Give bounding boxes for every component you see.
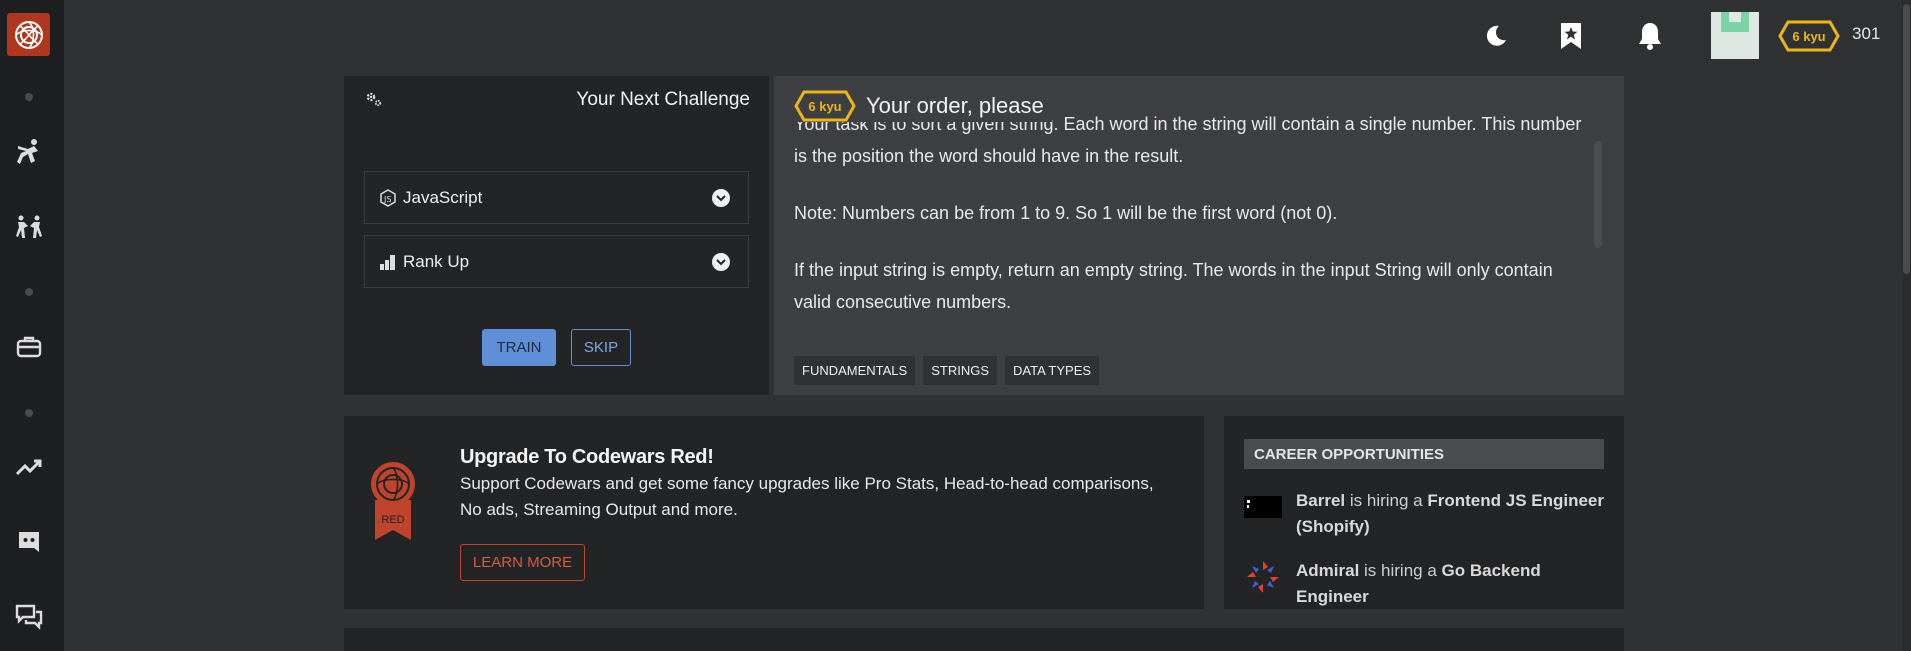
job-text: Barrel is hiring a Frontend JS Engineer … [1296,488,1606,540]
page-scrollbar[interactable] [1902,0,1911,651]
tag[interactable]: STRINGS [923,356,998,385]
practice-fight-icon[interactable] [13,211,45,243]
tag[interactable]: FUNDAMENTALS [794,356,916,385]
page-scrollbar-thumb[interactable] [1903,4,1910,274]
upgrade-title: Upgrade To Codewars Red! [460,446,714,468]
bookmark-star-icon[interactable] [1551,16,1591,56]
upgrade-text: Support Codewars and get some fancy upgr… [460,474,1154,519]
next-challenge-title: Your Next Challenge [576,89,750,110]
next-section-card [344,628,1624,651]
company-name[interactable]: Admiral [1296,561,1359,580]
kata-description-panel: Your task is to sort a given string. Eac… [774,76,1624,395]
learn-more-button[interactable]: LEARN MORE [460,544,585,581]
strategy-select-label: Rank Up [403,251,470,271]
red-badge-label: RED [381,514,404,526]
kata-description: Your task is to sort a given string. Eac… [794,114,1584,343]
bell-icon[interactable] [1630,16,1670,56]
language-select-label: JavaScript [403,187,483,207]
language-select[interactable]: JS JavaScript [364,171,749,224]
kata-tags: FUNDAMENTALS STRINGS DATA TYPES [794,356,1100,385]
description-scrollbar[interactable] [1594,141,1602,248]
admiral-logo [1244,558,1282,596]
company-name[interactable]: Barrel [1296,491,1345,510]
gear-icon[interactable] [364,90,382,113]
user-rank-label: 6 kyu [1792,28,1826,44]
job-listing[interactable]: Admiral is hiring a Go Backend Engineer [1244,558,1606,610]
codewars-logo[interactable] [7,13,50,56]
sidebar-separator [25,93,33,101]
hiring-text: is hiring a [1364,561,1437,580]
career-heading: CAREER OPPORTUNITIES [1244,439,1604,469]
job-listing[interactable]: Barrel is hiring a Frontend JS Engineer … [1244,488,1606,540]
chat-bubbles-icon[interactable] [13,601,45,633]
chevron-down-icon [712,253,730,271]
kata-header: 6 kyu Your order, please [794,90,1052,122]
career-opportunities-card: CAREER OPPORTUNITIES Barrel is hiring a … [1224,416,1624,609]
user-rank-badge[interactable]: 6 kyu [1778,20,1840,52]
avatar[interactable] [1711,12,1759,59]
javascript-icon: JS [380,188,396,207]
red-badge-icon: RED [370,460,416,547]
strategy-select[interactable]: Rank Up [364,235,749,288]
kata-rank-badge: 6 kyu [794,90,856,122]
job-text: Admiral is hiring a Go Backend Engineer [1296,558,1606,610]
upgrade-card: RED Upgrade To Codewars Red! Support Cod… [344,416,1204,609]
kata-title[interactable]: Your order, please [866,93,1044,119]
discord-icon[interactable] [13,526,45,558]
briefcase-icon[interactable] [13,331,45,363]
skip-button[interactable]: SKIP [571,329,631,366]
description-paragraph: Note: Numbers can be from 1 to 9. So 1 w… [794,203,1338,223]
moon-icon[interactable] [1476,16,1516,56]
train-button[interactable]: TRAIN [482,329,556,366]
svg-text:JS: JS [383,195,391,204]
sidebar-separator [25,409,33,417]
kata-rank-label: 6 kyu [808,98,842,114]
description-paragraph: If the input string is empty, return an … [794,260,1553,312]
next-challenge-panel: Your Next Challenge JS JavaScript Rank U… [344,76,769,395]
sidebar [0,0,64,651]
tag[interactable]: DATA TYPES [1005,356,1100,385]
trending-up-icon[interactable] [13,451,45,483]
sidebar-separator [25,288,33,296]
honor-score: 301 [1852,24,1881,43]
hiring-text: is hiring a [1349,491,1423,510]
barrel-logo [1244,488,1282,526]
rank-up-icon [380,254,395,270]
chevron-down-icon [712,189,730,207]
training-kick-icon[interactable] [13,136,45,168]
